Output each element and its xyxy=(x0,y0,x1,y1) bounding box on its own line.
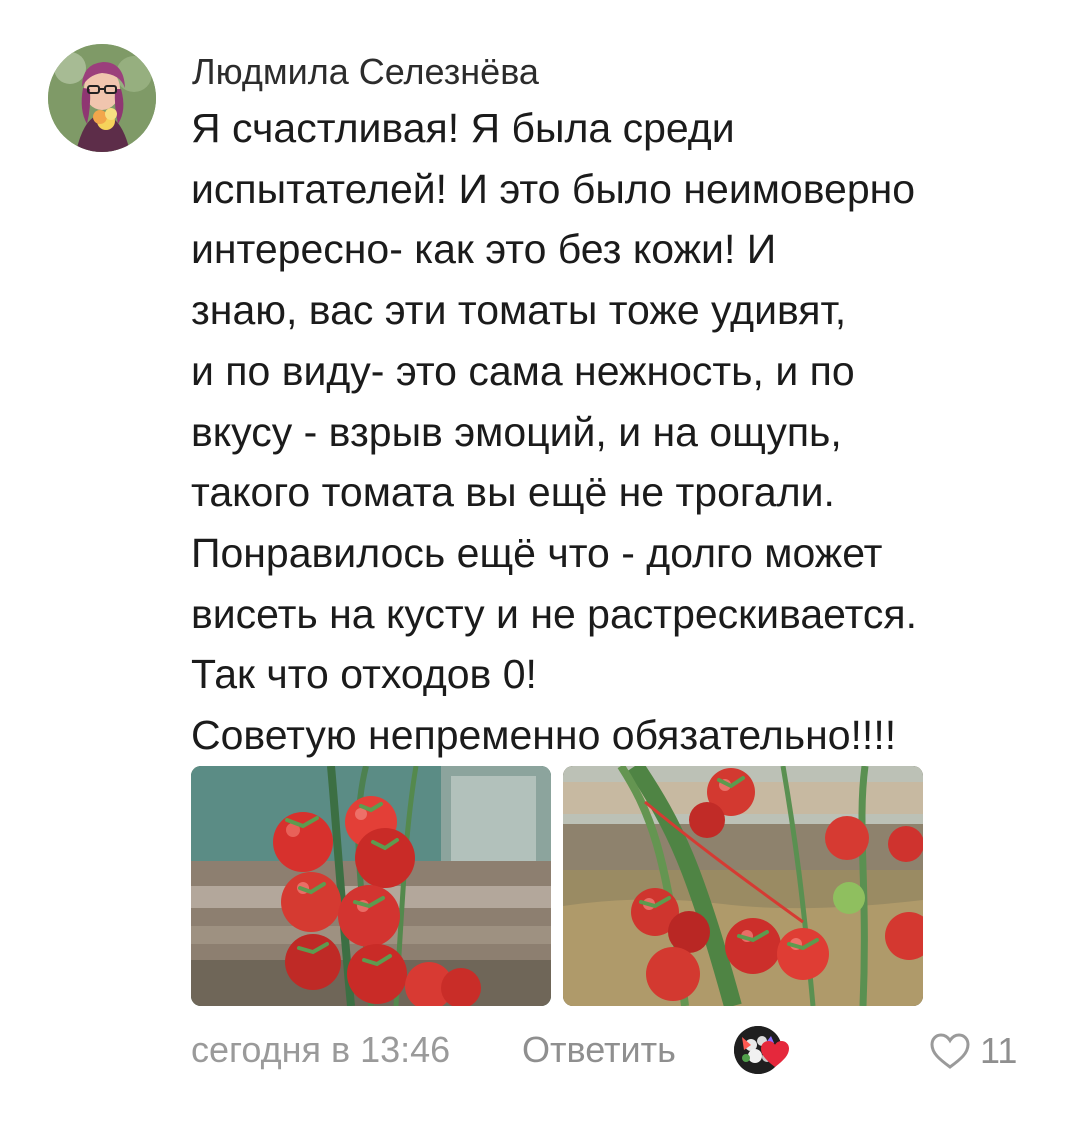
tomato-photo-2 xyxy=(563,766,923,1006)
heart-outline-icon xyxy=(930,1033,970,1069)
avatar-image xyxy=(48,44,156,152)
heart-icon xyxy=(761,1041,789,1067)
comment-text: Я счастливая! Я была среди испытателей! … xyxy=(191,105,917,759)
comment-author[interactable]: Людмила Селезнёва xyxy=(192,50,539,94)
comment-timestamp: сегодня в 13:46 xyxy=(191,1029,451,1070)
like-count: 11 xyxy=(980,1030,1018,1071)
tomato-photo-1 xyxy=(191,766,551,1006)
like-button[interactable]: 11 xyxy=(928,1026,1017,1076)
comment-photo-1[interactable] xyxy=(191,766,551,1006)
avatar[interactable] xyxy=(48,44,156,152)
comment-photo-2[interactable] xyxy=(563,766,923,1006)
reaction-indicator[interactable] xyxy=(734,1026,796,1078)
reply-button[interactable]: Ответить xyxy=(522,1022,676,1078)
